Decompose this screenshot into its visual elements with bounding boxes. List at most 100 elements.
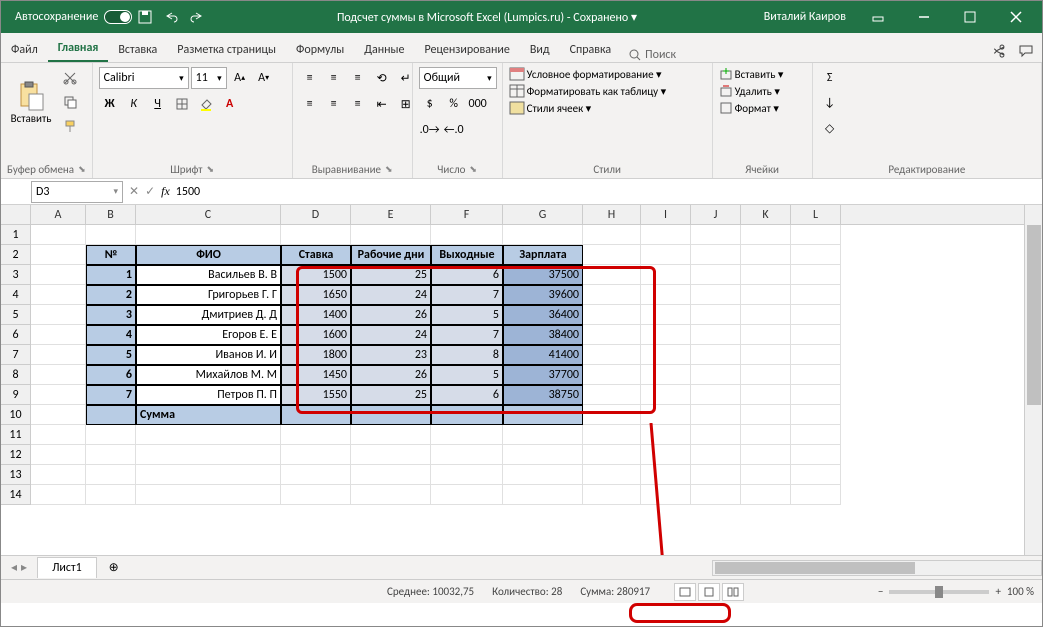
cell[interactable] bbox=[791, 425, 841, 445]
cell[interactable] bbox=[791, 265, 841, 285]
cell[interactable]: Григорьев Г. Г bbox=[136, 285, 281, 305]
cell[interactable] bbox=[431, 485, 503, 505]
column-header[interactable]: F bbox=[431, 205, 503, 224]
cell[interactable] bbox=[583, 405, 641, 425]
row-headers[interactable]: 1234567891011121314 bbox=[1, 225, 31, 505]
cell[interactable] bbox=[431, 465, 503, 485]
cell[interactable] bbox=[741, 445, 791, 465]
row-header[interactable]: 6 bbox=[1, 325, 30, 345]
cell[interactable]: 3 bbox=[86, 305, 136, 325]
close-icon[interactable] bbox=[994, 1, 1038, 33]
cell[interactable]: Сумма bbox=[136, 405, 281, 425]
cell[interactable] bbox=[741, 345, 791, 365]
fill-color-icon[interactable] bbox=[195, 93, 217, 115]
align-top-icon[interactable]: ≡ bbox=[299, 67, 321, 89]
font-color-icon[interactable]: A bbox=[219, 93, 241, 115]
spreadsheet-grid[interactable]: ABCDEFGHIJKL 1234567891011121314 №ФИОСта… bbox=[1, 205, 1042, 555]
cell[interactable] bbox=[691, 485, 741, 505]
cell[interactable] bbox=[583, 465, 641, 485]
cell[interactable] bbox=[86, 465, 136, 485]
format-cells-button[interactable]: Формат ▾ bbox=[719, 101, 779, 115]
borders-icon[interactable] bbox=[171, 93, 193, 115]
cell[interactable]: 1450 bbox=[281, 365, 351, 385]
cell[interactable] bbox=[281, 445, 351, 465]
cell[interactable] bbox=[791, 285, 841, 305]
vertical-scrollbar[interactable] bbox=[1024, 205, 1042, 555]
column-header[interactable]: H bbox=[583, 205, 641, 224]
cell[interactable]: Ставка bbox=[281, 245, 351, 265]
row-header[interactable]: 13 bbox=[1, 465, 30, 485]
cell[interactable]: 26 bbox=[351, 365, 431, 385]
cell[interactable] bbox=[431, 445, 503, 465]
cell[interactable] bbox=[791, 325, 841, 345]
cell[interactable] bbox=[641, 325, 691, 345]
cell[interactable] bbox=[691, 245, 741, 265]
cell[interactable]: 8 bbox=[431, 345, 503, 365]
cell[interactable] bbox=[503, 405, 583, 425]
cell[interactable] bbox=[641, 385, 691, 405]
cell[interactable] bbox=[741, 225, 791, 245]
cell[interactable] bbox=[791, 245, 841, 265]
cell[interactable]: Дмитриев Д. Д bbox=[136, 305, 281, 325]
cell[interactable] bbox=[431, 225, 503, 245]
tab-file[interactable]: Файл bbox=[1, 37, 48, 62]
cell[interactable] bbox=[503, 445, 583, 465]
column-header[interactable]: K bbox=[741, 205, 791, 224]
italic-button[interactable]: К bbox=[123, 93, 145, 115]
cell[interactable]: Иванов И. И bbox=[136, 345, 281, 365]
decrease-decimal-icon[interactable]: ←.0 bbox=[443, 119, 465, 141]
clear-icon[interactable]: ◇ bbox=[819, 117, 841, 139]
cell[interactable] bbox=[351, 425, 431, 445]
cell[interactable] bbox=[741, 405, 791, 425]
column-header[interactable]: J bbox=[691, 205, 741, 224]
undo-icon[interactable] bbox=[158, 4, 184, 30]
column-header[interactable]: I bbox=[641, 205, 691, 224]
cell[interactable]: 5 bbox=[86, 345, 136, 365]
decrease-font-icon[interactable]: A▾ bbox=[253, 67, 275, 89]
cell[interactable] bbox=[641, 445, 691, 465]
tab-home[interactable]: Главная bbox=[48, 35, 109, 62]
cell[interactable] bbox=[31, 365, 86, 385]
cell[interactable]: ФИО bbox=[136, 245, 281, 265]
cell[interactable]: 7 bbox=[431, 325, 503, 345]
row-header[interactable]: 3 bbox=[1, 265, 30, 285]
cell[interactable] bbox=[86, 405, 136, 425]
autosave-toggle[interactable]: Автосохранение bbox=[15, 10, 132, 24]
fx-icon[interactable]: fx bbox=[161, 184, 170, 199]
cell[interactable]: Зарплата bbox=[503, 245, 583, 265]
cell[interactable] bbox=[641, 225, 691, 245]
row-header[interactable]: 8 bbox=[1, 365, 30, 385]
cell[interactable] bbox=[31, 425, 86, 445]
cell[interactable]: 37700 bbox=[503, 365, 583, 385]
cell[interactable] bbox=[86, 445, 136, 465]
cell[interactable] bbox=[281, 225, 351, 245]
row-header[interactable]: 7 bbox=[1, 345, 30, 365]
cell[interactable] bbox=[791, 465, 841, 485]
launcher-icon[interactable]: ⬊ bbox=[206, 164, 214, 175]
cell[interactable] bbox=[31, 345, 86, 365]
zoom-slider[interactable] bbox=[889, 590, 989, 594]
cell[interactable] bbox=[641, 485, 691, 505]
cell[interactable] bbox=[31, 485, 86, 505]
redo-icon[interactable] bbox=[184, 4, 210, 30]
cell[interactable]: 1500 bbox=[281, 265, 351, 285]
cell[interactable] bbox=[583, 385, 641, 405]
tab-insert[interactable]: Вставка bbox=[108, 37, 167, 62]
percent-icon[interactable]: % bbox=[443, 93, 465, 115]
zoom-in-icon[interactable]: + bbox=[995, 585, 1000, 598]
cell[interactable] bbox=[583, 285, 641, 305]
copy-icon[interactable] bbox=[59, 91, 81, 113]
cell[interactable] bbox=[431, 405, 503, 425]
fill-icon[interactable]: ↓ bbox=[819, 92, 841, 114]
cell[interactable] bbox=[31, 285, 86, 305]
cell[interactable] bbox=[741, 285, 791, 305]
cell[interactable]: 25 bbox=[351, 265, 431, 285]
cell[interactable] bbox=[691, 445, 741, 465]
cell[interactable] bbox=[583, 445, 641, 465]
cell[interactable] bbox=[351, 465, 431, 485]
insert-cells-button[interactable]: Вставить ▾ bbox=[719, 67, 784, 81]
orientation-icon[interactable]: ⟲ bbox=[371, 67, 393, 89]
cell[interactable]: 37500 bbox=[503, 265, 583, 285]
add-sheet-icon[interactable]: ⊕ bbox=[103, 557, 125, 579]
cell[interactable]: Петров П. П bbox=[136, 385, 281, 405]
